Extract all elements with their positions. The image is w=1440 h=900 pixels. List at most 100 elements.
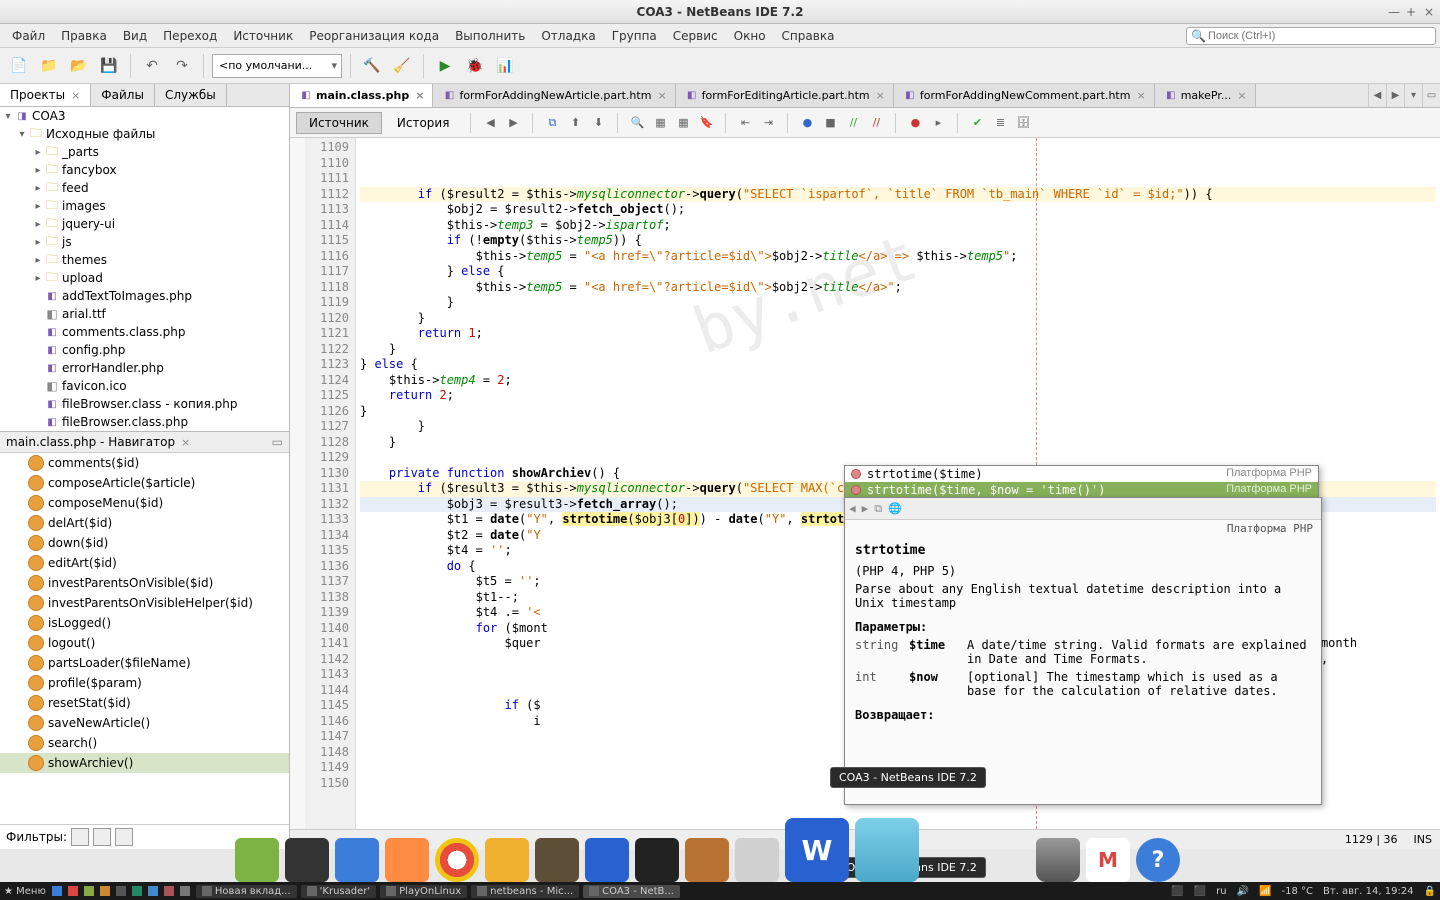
close-button[interactable]: × [1424, 6, 1436, 18]
open-project-button[interactable]: 📂 [66, 53, 92, 79]
project-tree[interactable]: ▾◨COA3 ▾🗀Исходные файлы ▸🗀_parts▸🗀fancyb… [0, 107, 289, 432]
code-editor[interactable]: 1109111011111112111311141115111611171118… [290, 138, 1440, 829]
tree-file[interactable]: ◧fileBrowser.class.php [0, 413, 289, 431]
run-to-cursor-button[interactable]: ▸ [928, 113, 948, 133]
quick-search-input[interactable] [1208, 30, 1431, 42]
dock-help-icon[interactable]: ? [1136, 838, 1180, 882]
prev-occurrence-button[interactable]: ▦ [650, 113, 670, 133]
navigator-method[interactable]: logout() [0, 633, 289, 653]
dock-trash-icon[interactable] [1036, 838, 1080, 882]
dock-gmail-icon[interactable]: M [1086, 838, 1130, 882]
launcher-icon[interactable] [116, 886, 126, 896]
navigator-method[interactable]: delArt($id) [0, 513, 289, 533]
taskbar-window-button[interactable]: 'Krusader' [301, 885, 376, 898]
tray-icon[interactable]: ⬛ [1194, 886, 1206, 897]
stop-macro-button[interactable]: ■ [820, 113, 840, 133]
tray-network-icon[interactable]: 📶 [1259, 886, 1271, 897]
shift-right-button[interactable]: ⇥ [758, 113, 778, 133]
navigator-method[interactable]: search() [0, 733, 289, 753]
menu-goto[interactable]: Переход [155, 26, 225, 46]
menu-view[interactable]: Вид [115, 26, 155, 46]
db-button[interactable]: 🗄 [1013, 113, 1033, 133]
dock-icon[interactable] [235, 838, 279, 882]
navigator-list[interactable]: comments($id)composeArticle($article)com… [0, 453, 289, 824]
navigator-method[interactable]: isLogged() [0, 613, 289, 633]
next-occurrence-button[interactable]: ▦ [673, 113, 693, 133]
tree-folder[interactable]: ▸🗀upload [0, 269, 289, 287]
dock-icon[interactable] [535, 838, 579, 882]
dock-terminal-icon[interactable] [635, 838, 679, 882]
tree-file[interactable]: ◧fileBrowser.class - копия.php [0, 395, 289, 413]
navigator-method[interactable]: investParentsOnVisibleHelper($id) [0, 593, 289, 613]
taskbar-window-button[interactable]: PlayOnLinux [380, 885, 467, 898]
tray-lock-icon[interactable]: 🔒 [1424, 886, 1436, 897]
diff-button[interactable]: ≣ [990, 113, 1010, 133]
tree-file[interactable]: ◧addTextToImages.php [0, 287, 289, 305]
doc-forward-button[interactable]: ▶ [862, 502, 869, 515]
check-button[interactable]: ✔ [967, 113, 987, 133]
clean-build-button[interactable]: 🧹 [389, 53, 415, 79]
new-file-button[interactable]: 📄 [6, 53, 32, 79]
tree-file[interactable]: ◧config.php [0, 341, 289, 359]
launcher-icon[interactable] [52, 886, 62, 896]
debug-button[interactable]: 🐞 [462, 53, 488, 79]
editor-tab[interactable]: ◧main.class.php× [290, 84, 433, 107]
taskbar-window-button[interactable]: COA3 - NetB... [583, 885, 680, 898]
menu-debug[interactable]: Отладка [533, 26, 603, 46]
launcher-icon[interactable] [164, 886, 174, 896]
dock-icon[interactable] [285, 838, 329, 882]
tray-volume-icon[interactable]: 🔊 [1237, 886, 1249, 897]
menu-file[interactable]: Файл [4, 26, 53, 46]
launcher-icon[interactable] [148, 886, 158, 896]
tree-file[interactable]: ◧arial.ttf [0, 305, 289, 323]
tree-folder[interactable]: ▸🗀themes [0, 251, 289, 269]
filter-btn-1[interactable] [71, 828, 89, 846]
navigator-method[interactable]: comments($id) [0, 453, 289, 473]
dock-icon[interactable] [385, 838, 429, 882]
tab-nav-button[interactable]: ▾ [1404, 84, 1422, 107]
tree-folder[interactable]: ▸🗀_parts [0, 143, 289, 161]
source-view-button[interactable]: Источник [296, 112, 382, 134]
undo-button[interactable]: ↶ [139, 53, 165, 79]
tree-file[interactable]: ◧errorHandler.php [0, 359, 289, 377]
taskbar-window-button[interactable]: netbeans - Mic... [471, 885, 579, 898]
navigator-method[interactable]: editArt($id) [0, 553, 289, 573]
dock-icon[interactable] [335, 838, 379, 882]
minimize-button[interactable]: — [1388, 6, 1400, 18]
next-bookmark-button[interactable]: ⬇ [588, 113, 608, 133]
dock-netbeans-icon[interactable] [855, 818, 919, 882]
shift-left-button[interactable]: ⇤ [735, 113, 755, 133]
tab-projects[interactable]: Проекты× [0, 84, 91, 106]
tab-files[interactable]: Файлы [91, 84, 155, 106]
profile-button[interactable]: 📊 [492, 53, 518, 79]
menu-help[interactable]: Справка [774, 26, 843, 46]
tree-file[interactable]: ◧favicon.ico [0, 377, 289, 395]
menu-run[interactable]: Выполнить [447, 26, 533, 46]
dock-word-icon[interactable] [585, 838, 629, 882]
tab-nav-button[interactable]: ◀ [1368, 84, 1386, 107]
dock-word-big-icon[interactable]: W [785, 818, 849, 882]
navigator-method[interactable]: investParentsOnVisible($id) [0, 573, 289, 593]
tree-folder[interactable]: ▸🗀jquery-ui [0, 215, 289, 233]
start-macro-button[interactable]: ● [797, 113, 817, 133]
autocomplete-popup[interactable]: strtotime($time) Платформа PHP strtotime… [844, 465, 1319, 499]
doc-back-button[interactable]: ◀ [849, 502, 856, 515]
autocomplete-item[interactable]: strtotime($time) Платформа PHP [845, 466, 1318, 482]
navigator-method[interactable]: partsLoader($fileName) [0, 653, 289, 673]
navigator-method[interactable]: profile($param) [0, 673, 289, 693]
dock-icon[interactable] [685, 838, 729, 882]
build-button[interactable]: 🔨 [359, 53, 385, 79]
menu-tools[interactable]: Сервис [665, 26, 726, 46]
navigator-method[interactable]: down($id) [0, 533, 289, 553]
tree-folder[interactable]: ▸🗀fancybox [0, 161, 289, 179]
run-button[interactable]: ▶ [432, 53, 458, 79]
editor-tab[interactable]: ◧formForEditingArticle.part.htm× [676, 84, 894, 107]
tray-clock[interactable]: Вт. авг. 14, 19:24 [1323, 886, 1414, 897]
dock-icon[interactable] [485, 838, 529, 882]
editor-tab[interactable]: ◧formForAddingNewComment.part.htm× [894, 84, 1155, 107]
close-icon[interactable]: × [71, 89, 80, 102]
launcher-icon[interactable] [100, 886, 110, 896]
tree-folder[interactable]: ▸🗀feed [0, 179, 289, 197]
dock-chrome-icon[interactable] [435, 838, 479, 882]
breakpoint-button[interactable]: ● [905, 113, 925, 133]
